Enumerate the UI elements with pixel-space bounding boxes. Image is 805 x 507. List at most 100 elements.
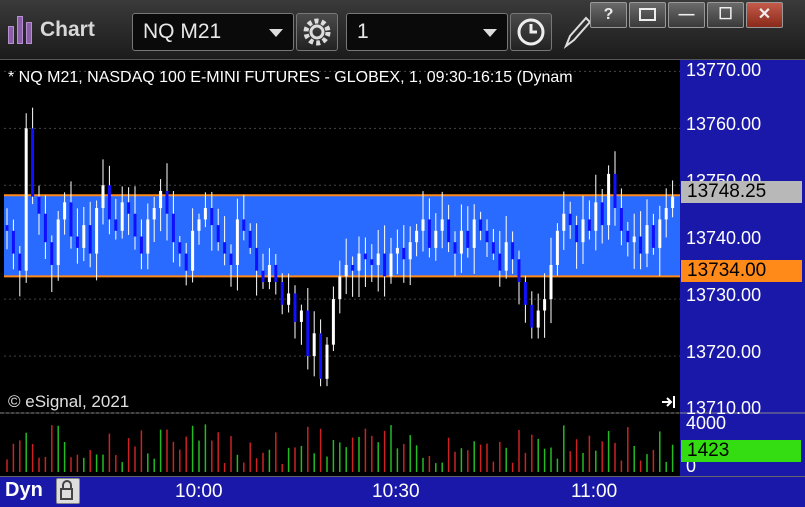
price-band [4,195,680,277]
candle-body [114,219,118,231]
candle-body [434,230,438,248]
price-tick: 13730.00 [686,285,762,305]
candle-body [619,208,623,231]
candle-body [523,282,527,305]
price-tick: 13720.00 [686,342,762,362]
help-button[interactable]: ? [590,2,627,28]
candle-body [639,236,643,254]
candle-body [447,219,451,243]
clock-icon [517,18,545,46]
candle-body [11,230,15,254]
candle-body [357,253,361,271]
candle-body [376,253,380,265]
candle-body [82,225,86,248]
maximize-button[interactable]: ☐ [707,2,744,28]
candle-body [664,208,668,220]
candle-body [178,242,182,254]
candle-body [594,202,598,231]
chart-app-icon [8,14,34,44]
minimize-button[interactable]: — [668,2,705,28]
candle-body [440,219,444,231]
chart-header: * NQ M21, NASDAQ 100 E-MINI FUTURES - GL… [8,69,573,86]
time-template-button[interactable] [510,13,552,51]
candle-body [127,202,131,214]
candle-body [498,253,502,271]
candle-body [517,259,521,283]
candle-body [415,230,419,243]
candle-body [248,230,252,248]
candle-body [549,264,553,300]
candle-body [267,264,271,283]
candle-body [427,219,431,248]
candle-body [229,253,233,265]
candle-body [139,236,143,254]
candle-body [363,253,367,260]
close-button[interactable]: ✕ [746,2,783,28]
interval-combobox[interactable]: 1 [346,13,508,51]
volume-tag: 1423 [681,440,801,462]
scroll-to-end-icon[interactable] [660,394,678,410]
candle-body [479,219,483,231]
price-tick: 13760.00 [686,114,762,134]
candle-body [235,219,239,265]
candle-body [191,230,195,271]
lower-line-price-tag: 13734.00 [681,260,802,282]
candle-body [159,190,163,209]
candle-body [402,247,406,260]
window-title: Chart [40,18,95,41]
candle-body [306,310,310,357]
candle-body [146,219,150,254]
settings-button[interactable] [296,13,338,51]
candle-body [152,208,156,220]
candle-body [370,259,374,265]
candle-body [63,202,67,220]
candle-body [383,253,387,277]
candle-body [280,282,284,305]
restore-icon[interactable] [629,2,666,28]
interval-value: 1 [357,20,369,43]
candle-body [319,333,323,379]
candle-body [344,264,348,277]
candle-body [536,310,540,328]
candle-body [587,219,591,231]
chevron-down-icon[interactable] [483,29,497,37]
symbol-combobox[interactable]: NQ M21 [132,13,294,51]
dynamic-mode-label[interactable]: Dyn [5,479,43,502]
chart-window: Chart NQ M21 1 ? — ☐ ✕ * NQ M21, NASDAQ … [0,0,805,507]
candle-body [75,236,79,248]
candle-body [395,247,399,254]
candle-body [645,225,649,254]
copyright-text: © eSignal, 2021 [8,392,130,411]
candle-body [504,242,508,271]
candle-body [299,310,303,322]
candle-body [95,208,99,254]
candle-body [459,230,463,254]
candle-body [261,270,265,283]
candle-body [43,213,47,243]
candle-body [18,253,22,271]
candle-body [555,230,559,265]
candle-body [37,196,41,214]
candle-body [511,242,515,260]
candle-body [203,208,207,220]
candle-body [69,202,73,237]
candle-body [607,173,611,226]
candle-body [210,208,214,226]
candle-body [165,190,169,214]
lock-icon[interactable] [56,478,80,504]
time-tick: 11:00 [571,481,618,502]
candle-body [287,293,291,305]
candle-body [562,213,566,231]
candle-body [101,185,105,209]
candle-body [133,213,137,237]
chevron-down-icon[interactable] [269,29,283,37]
candle-body [331,299,335,345]
pencil-icon[interactable] [560,14,590,50]
candle-body [453,242,457,254]
candle-body [568,213,572,226]
candle-body [600,202,604,226]
candle-body [242,219,246,231]
candle-body [408,242,412,260]
candle-body [24,128,28,271]
price-tick: 13770.00 [686,60,762,80]
